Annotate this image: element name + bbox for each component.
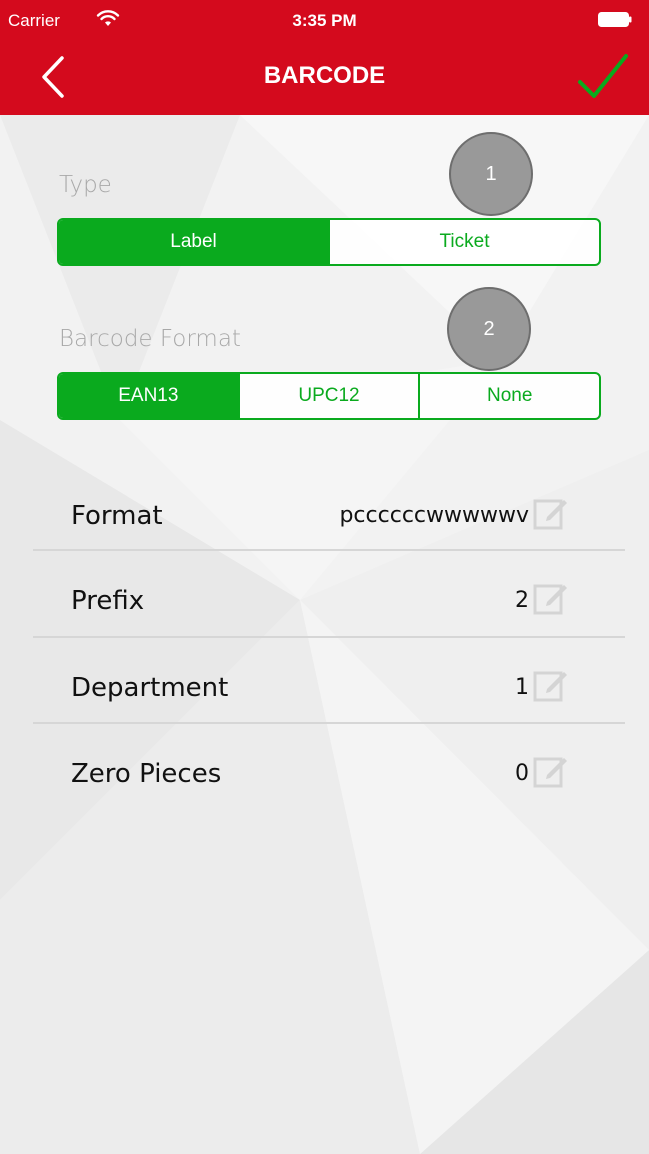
edit-icon[interactable] [533, 667, 569, 703]
type-label: Type [59, 172, 112, 198]
field-row-zero-pieces[interactable]: Zero Pieces 0 [33, 733, 625, 819]
field-label: Prefix [71, 586, 145, 616]
field-value: 1 [515, 675, 529, 700]
step-badge-1: 1 [449, 132, 533, 216]
field-label: Department [71, 673, 229, 703]
status-bar: Carrier 3:35 PM [0, 0, 649, 40]
field-value: 0 [515, 761, 529, 786]
battery-icon [598, 12, 632, 27]
format-option-none[interactable]: None [418, 374, 599, 418]
row-divider [33, 722, 625, 724]
barcode-format-segmented-control: EAN13 UPC12 None [57, 372, 601, 420]
field-value: pccccccwwwwwv [339, 503, 529, 528]
step-badge-2: 2 [447, 287, 531, 371]
field-row-prefix[interactable]: Prefix 2 [33, 560, 625, 646]
type-option-label[interactable]: Label [59, 220, 328, 264]
format-option-ean13[interactable]: EAN13 [59, 374, 238, 418]
edit-icon[interactable] [533, 753, 569, 789]
row-divider [33, 636, 625, 638]
edit-icon[interactable] [533, 495, 569, 531]
barcode-format-label: Barcode Format [59, 326, 241, 352]
page-title: BARCODE [263, 62, 386, 89]
format-option-upc12[interactable]: UPC12 [237, 374, 419, 418]
edit-icon[interactable] [533, 580, 569, 616]
status-time: 3:35 PM [292, 11, 357, 30]
field-value: 2 [515, 588, 529, 613]
field-label: Format [71, 501, 163, 531]
field-label: Zero Pieces [71, 759, 222, 789]
field-row-department[interactable]: Department 1 [33, 647, 625, 733]
type-segmented-control: Label Ticket [57, 218, 601, 266]
checkmark-icon [578, 54, 628, 98]
confirm-button[interactable] [576, 50, 630, 102]
type-option-ticket[interactable]: Ticket [328, 220, 599, 264]
nav-bar: BARCODE [0, 40, 649, 115]
row-divider [33, 549, 625, 551]
